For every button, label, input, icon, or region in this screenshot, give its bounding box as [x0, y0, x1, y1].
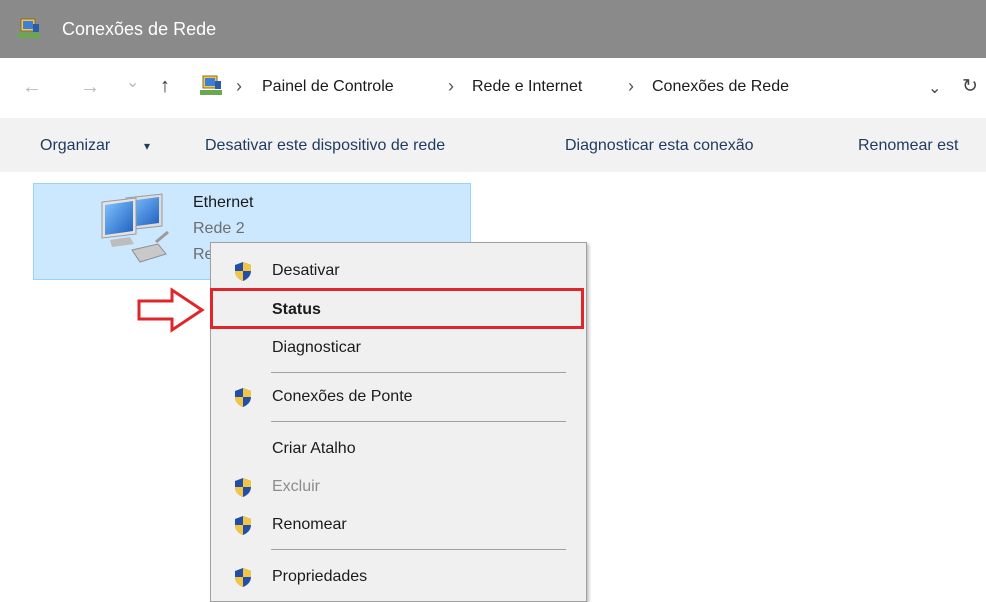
menu-item-criar-atalho[interactable]: Criar Atalho: [211, 431, 586, 467]
menu-item-excluir: Excluir: [211, 469, 586, 505]
diagnose-connection-button[interactable]: Diagnosticar esta conexão: [565, 137, 754, 155]
menu-item-conexoes-de-ponte[interactable]: Conexões de Ponte: [211, 379, 586, 415]
refresh-icon[interactable]: ↻: [962, 75, 978, 98]
connection-name: Ethernet: [193, 194, 254, 211]
menu-item-renomear[interactable]: Renomear: [211, 507, 586, 543]
forward-arrow-icon[interactable]: →: [80, 76, 100, 99]
disable-device-button[interactable]: Desativar este dispositivo de rede: [205, 137, 445, 155]
menu-item-propriedades[interactable]: Propriedades: [211, 559, 586, 595]
menu-item-label: Conexões de Ponte: [272, 388, 413, 405]
breadcrumb-network-internet[interactable]: Rede e Internet: [472, 78, 582, 96]
menu-item-label: Diagnosticar: [272, 339, 361, 356]
rename-connection-button[interactable]: Renomear est: [858, 137, 959, 155]
organize-button[interactable]: Organizar: [40, 137, 110, 155]
red-arrow-icon: [137, 287, 205, 333]
recent-locations-chevron-icon[interactable]: ⌄: [126, 72, 139, 92]
menu-separator: [271, 549, 566, 550]
uac-shield-icon: [235, 516, 251, 535]
breadcrumb-network-connections[interactable]: Conexões de Rede: [652, 78, 789, 96]
ethernet-adapter-icon: [101, 193, 169, 263]
menu-separator: [271, 372, 566, 373]
breadcrumb-separator: ›: [448, 76, 454, 96]
network-connections-icon: [18, 18, 40, 38]
connection-network: Rede 2: [193, 220, 245, 237]
status-highlight-box: [210, 288, 584, 329]
network-connections-icon: [200, 75, 222, 95]
uac-shield-icon: [235, 478, 251, 497]
menu-item-desativar[interactable]: Desativar: [211, 253, 586, 289]
breadcrumb-separator: ›: [236, 76, 242, 96]
uac-shield-icon: [235, 388, 251, 407]
menu-item-label: Criar Atalho: [272, 440, 356, 457]
menu-item-label: Excluir: [272, 478, 321, 495]
menu-item-label: Renomear: [272, 516, 347, 533]
uac-shield-icon: [235, 568, 251, 587]
back-arrow-icon[interactable]: ←: [22, 76, 42, 99]
breadcrumb-control-panel[interactable]: Painel de Controle: [262, 78, 394, 96]
uac-shield-icon: [235, 262, 251, 281]
organize-dropdown-icon[interactable]: ▾: [144, 139, 150, 153]
window-title: Conexões de Rede: [62, 19, 217, 39]
menu-separator: [271, 421, 566, 422]
menu-item-diagnosticar[interactable]: Diagnosticar: [211, 330, 586, 366]
address-dropdown-icon[interactable]: ⌄: [928, 78, 941, 98]
menu-item-label: Desativar: [272, 262, 340, 279]
menu-item-label: Propriedades: [272, 568, 368, 585]
breadcrumb-separator: ›: [628, 76, 634, 96]
up-arrow-icon[interactable]: ↑: [160, 75, 170, 98]
